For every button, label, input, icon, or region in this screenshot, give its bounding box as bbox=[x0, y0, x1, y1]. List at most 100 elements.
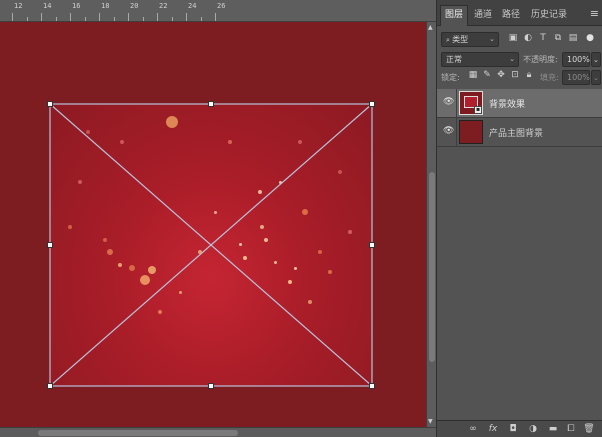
new-layer-icon[interactable]: ⧠ bbox=[565, 423, 577, 435]
tab-history[interactable]: 历史记录 bbox=[527, 6, 571, 26]
ruler-label: 12 bbox=[14, 2, 23, 10]
smart-object-filter-icon[interactable]: ▤ bbox=[567, 32, 579, 45]
bokeh-sparkle bbox=[328, 270, 332, 274]
lock-paint-icon[interactable]: ✎ bbox=[481, 69, 493, 82]
blend-opacity-row: 正常 ⌄ 不透明度: 100% ⌄ bbox=[437, 49, 602, 70]
add-mask-icon[interactable]: ◘ bbox=[507, 423, 519, 435]
layer-row-product-background[interactable]: 👁︎ 产品主图背景 bbox=[437, 118, 602, 147]
chevron-down-icon: ⌄ bbox=[593, 56, 599, 64]
adjustment-layer-icon[interactable]: ◑ bbox=[527, 423, 539, 435]
panel-tab-bar: 图层 通道 路径 历史记录 ≡ bbox=[437, 0, 602, 26]
scroll-down-arrow-icon[interactable]: ▼ bbox=[428, 418, 433, 425]
background-effect-artwork bbox=[50, 104, 372, 386]
lock-transparent-icon[interactable]: ▦ bbox=[467, 69, 479, 82]
tab-paths[interactable]: 路径 bbox=[498, 6, 524, 26]
tab-layers[interactable]: 图层 bbox=[440, 5, 469, 26]
filter-toggle-icon[interactable]: ● bbox=[584, 32, 596, 45]
ruler-tick bbox=[200, 17, 202, 21]
chevron-down-icon: ⌄ bbox=[593, 74, 599, 82]
layer-kind-filter-select[interactable]: ⌕ 类型 ⌄ bbox=[441, 32, 499, 47]
layer-name[interactable]: 产品主图背景 bbox=[489, 126, 543, 139]
lock-fill-row: 锁定: ▦ ✎ ✥ ⊡ 🔒︎ 填充: 100% ⌄ bbox=[437, 68, 602, 89]
transform-handle-bottom-right[interactable] bbox=[369, 383, 375, 389]
blend-mode-select[interactable]: 正常 ⌄ bbox=[441, 52, 519, 67]
ruler-tick bbox=[215, 13, 216, 21]
fill-dropdown-button[interactable]: ⌄ bbox=[591, 70, 601, 85]
bokeh-sparkle bbox=[293, 266, 297, 270]
layers-panel: 图层 通道 路径 历史记录 ≡ ⌕ 类型 ⌄ ▣ ◐ T ⧉ ▤ ● 正常 ⌄ 不透… bbox=[436, 0, 602, 437]
ruler-tick bbox=[113, 17, 115, 21]
transform-handle-top-left[interactable] bbox=[47, 101, 53, 107]
layer-filter-row: ⌕ 类型 ⌄ ▣ ◐ T ⧉ ▤ ● bbox=[437, 29, 602, 50]
layer-kind-value: 类型 bbox=[452, 35, 469, 44]
bokeh-sparkle bbox=[258, 190, 262, 194]
bokeh-sparkle bbox=[86, 130, 90, 134]
adjustment-filter-icon[interactable]: ◐ bbox=[522, 32, 534, 45]
bokeh-sparkle bbox=[140, 275, 150, 285]
fill-input[interactable]: 100% bbox=[562, 70, 590, 85]
tab-channels[interactable]: 通道 bbox=[470, 6, 496, 26]
fx-icon[interactable]: fx bbox=[487, 423, 499, 435]
ruler-tick bbox=[157, 13, 158, 21]
bokeh-sparkle bbox=[118, 263, 122, 267]
lock-artboard-icon[interactable]: ⊡ bbox=[509, 69, 521, 82]
shape-filter-icon[interactable]: ⧉ bbox=[552, 32, 564, 45]
bokeh-sparkle bbox=[302, 209, 308, 215]
bokeh-sparkle bbox=[338, 170, 342, 174]
chevron-down-icon: ⌄ bbox=[509, 55, 515, 63]
document-canvas[interactable] bbox=[0, 22, 426, 427]
transform-handle-top-right[interactable] bbox=[369, 101, 375, 107]
panel-menu-icon[interactable]: ≡ bbox=[590, 7, 599, 20]
ruler-label: 22 bbox=[159, 2, 168, 10]
lock-move-icon[interactable]: ✥ bbox=[495, 69, 507, 82]
vertical-scroll-thumb[interactable] bbox=[429, 172, 435, 362]
layer-row-background-effect[interactable]: 👁︎ ▪ 背景效果 bbox=[437, 89, 602, 118]
transform-handle-middle-right[interactable] bbox=[369, 242, 375, 248]
link-layers-icon[interactable]: ∞ bbox=[467, 423, 479, 435]
type-filter-icon[interactable]: T bbox=[537, 32, 549, 45]
bokeh-sparkle bbox=[238, 242, 242, 246]
ruler-tick bbox=[26, 17, 28, 21]
bokeh-sparkle bbox=[166, 116, 178, 128]
lock-all-icon[interactable]: 🔒︎ bbox=[523, 69, 535, 82]
opacity-input[interactable]: 100% bbox=[562, 52, 590, 67]
bokeh-sparkle bbox=[178, 290, 182, 294]
bokeh-sparkle bbox=[348, 230, 352, 234]
opacity-dropdown-button[interactable]: ⌄ bbox=[591, 52, 601, 67]
vertical-scrollbar[interactable]: ▲ ▼ bbox=[426, 22, 436, 427]
transform-handle-top-middle[interactable] bbox=[208, 101, 214, 107]
ruler-tick bbox=[171, 17, 173, 21]
ruler-tick bbox=[84, 17, 86, 21]
lock-label: 锁定: bbox=[441, 73, 460, 82]
transform-handle-bottom-left[interactable] bbox=[47, 383, 53, 389]
bokeh-sparkle bbox=[148, 266, 156, 274]
fill-label: 填充: bbox=[540, 73, 559, 82]
blend-mode-value: 正常 bbox=[446, 55, 462, 64]
bokeh-sparkle bbox=[158, 310, 162, 314]
ruler-tick bbox=[128, 13, 129, 21]
visibility-eye-icon[interactable]: 👁︎ bbox=[443, 97, 454, 107]
horizontal-scroll-thumb[interactable] bbox=[38, 430, 238, 436]
scroll-up-arrow-icon[interactable]: ▲ bbox=[428, 24, 433, 31]
trash-icon[interactable]: 🗑︎ bbox=[583, 423, 595, 435]
ruler-tick bbox=[142, 17, 144, 21]
bokeh-sparkle bbox=[278, 180, 282, 184]
bokeh-sparkle bbox=[78, 180, 82, 184]
transform-handle-bottom-middle[interactable] bbox=[208, 383, 214, 389]
ruler-label: 14 bbox=[43, 2, 52, 10]
new-group-icon[interactable]: ▬ bbox=[547, 423, 559, 435]
pixel-filter-icon[interactable]: ▣ bbox=[507, 32, 519, 45]
layer-name[interactable]: 背景效果 bbox=[489, 97, 525, 110]
visibility-eye-icon[interactable]: 👁︎ bbox=[443, 126, 454, 136]
bokeh-sparkle bbox=[308, 300, 312, 304]
ruler-label: 16 bbox=[72, 2, 81, 10]
horizontal-scrollbar[interactable] bbox=[0, 427, 436, 437]
transform-handle-middle-left[interactable] bbox=[47, 242, 53, 248]
ruler-label: 26 bbox=[217, 2, 226, 10]
ruler-tick bbox=[41, 13, 42, 21]
bokeh-sparkle bbox=[288, 280, 292, 284]
bokeh-sparkle bbox=[107, 249, 113, 255]
bokeh-sparkle bbox=[298, 140, 302, 144]
bokeh-sparkle bbox=[103, 238, 107, 242]
ruler-label: 20 bbox=[130, 2, 139, 10]
